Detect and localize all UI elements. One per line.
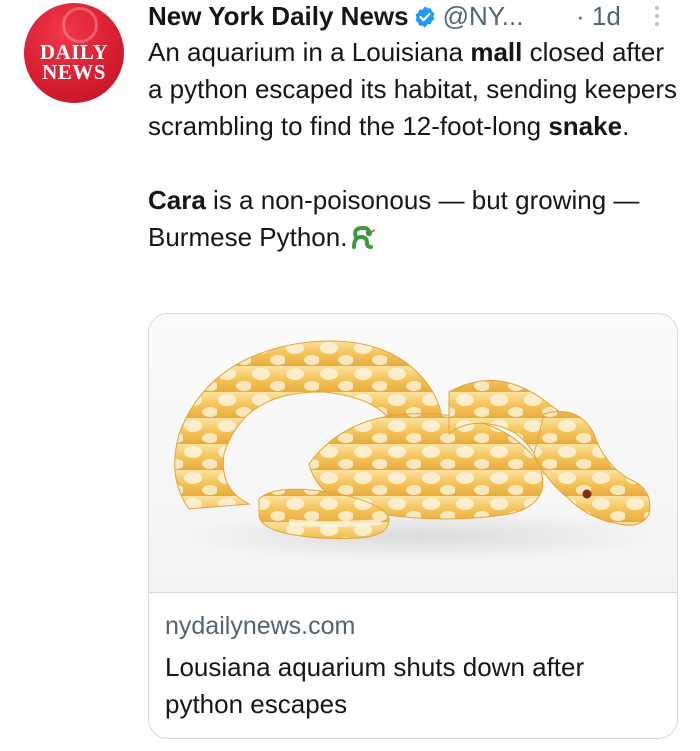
author-handle[interactable]: @NY...: [443, 1, 524, 31]
avatar-logo-line-2: NEWS: [42, 60, 106, 84]
avatar-ring-decoration: [62, 7, 98, 43]
card-image[interactable]: [149, 314, 677, 593]
tweet-header: New York Daily News @NY... · 1d: [148, 0, 688, 36]
highlight-snake: snake: [548, 111, 623, 141]
tweet-text: An aquarium in a Louisiana mall closed a…: [148, 34, 678, 256]
card-title[interactable]: Lousiana aquarium shuts down after pytho…: [165, 649, 665, 723]
snake-emoji-icon: [352, 225, 376, 249]
time-separator: ·: [576, 1, 585, 31]
tweet-time[interactable]: · 1d: [576, 0, 621, 32]
verified-badge-icon: [415, 6, 435, 28]
highlight-cara: Cara: [148, 185, 206, 215]
link-preview-card[interactable]: nydailynews.com Lousiana aquarium shuts …: [148, 313, 678, 739]
card-domain[interactable]: nydailynews.com: [165, 612, 355, 641]
avatar[interactable]: DAILY NEWS: [24, 3, 124, 103]
more-options-icon[interactable]: [652, 6, 662, 30]
tweet-paragraph-1: An aquarium in a Louisiana mall closed a…: [148, 34, 678, 145]
highlight-mall: mall: [470, 37, 523, 67]
text-segment: .: [622, 111, 630, 141]
text-segment: is a non-poisonous — but growing — Burme…: [148, 185, 640, 252]
text-segment: An aquarium in a Louisiana: [148, 37, 471, 67]
albino-burmese-python-image: [174, 340, 659, 562]
tweet-paragraph-2: Cara is a non-poisonous — but growing — …: [148, 182, 678, 256]
author-name[interactable]: New York Daily News: [148, 1, 409, 31]
time-label: 1d: [591, 1, 621, 31]
